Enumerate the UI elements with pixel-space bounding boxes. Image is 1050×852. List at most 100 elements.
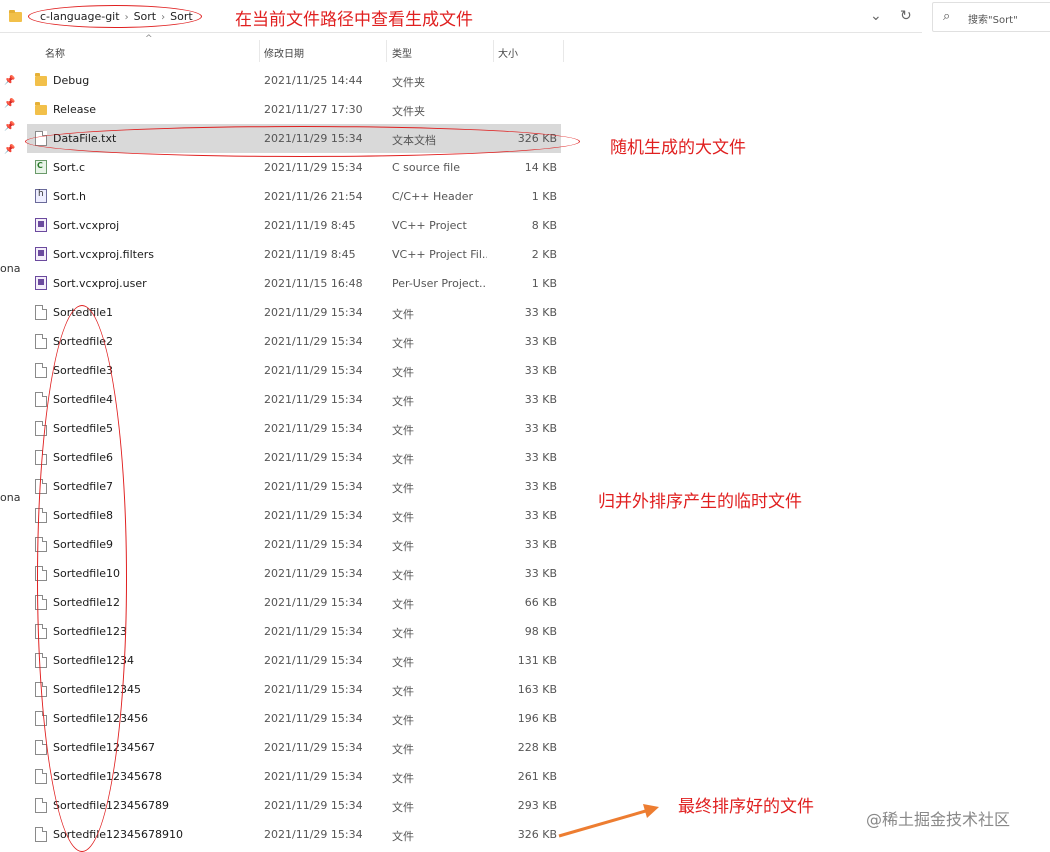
file-size: 131 KB xyxy=(517,654,557,667)
file-date: 2021/11/29 15:34 xyxy=(264,567,363,580)
file-date: 2021/11/27 17:30 xyxy=(264,103,363,116)
column-header-name[interactable]: 名称 xyxy=(45,45,65,60)
file-type: C source file xyxy=(392,161,460,174)
file-row[interactable]: Sort.h 2021/11/26 21:54 C/C++ Header 1 KB xyxy=(27,182,561,211)
column-divider[interactable] xyxy=(563,40,564,62)
file-size: 33 KB xyxy=(524,335,557,348)
file-type: Per-User Project... xyxy=(392,277,487,290)
file-date: 2021/11/29 15:34 xyxy=(264,828,363,841)
annotation-final-file-note: 最终排序好的文件 xyxy=(678,797,814,817)
file-size: 33 KB xyxy=(524,451,557,464)
file-icon xyxy=(35,305,47,320)
c-source-icon xyxy=(35,160,47,174)
file-size: 33 KB xyxy=(524,364,557,377)
column-header-row: 名称 修改日期 类型 大小 xyxy=(27,38,561,62)
file-date: 2021/11/29 15:34 xyxy=(264,799,363,812)
project-file-icon xyxy=(35,276,47,290)
search-box[interactable]: ⌕ 搜索"Sort" xyxy=(932,2,1050,32)
annotation-big-file-note: 随机生成的大文件 xyxy=(610,138,746,158)
annotation-path-note: 在当前文件路径中查看生成文件 xyxy=(235,10,473,30)
file-date: 2021/11/29 15:34 xyxy=(264,364,363,377)
nav-item-label[interactable]: ona xyxy=(0,262,20,275)
file-type: 文件 xyxy=(392,424,414,437)
file-type: 文件 xyxy=(392,743,414,756)
column-header-type[interactable]: 类型 xyxy=(392,45,412,60)
file-date: 2021/11/29 15:34 xyxy=(264,654,363,667)
pin-icon[interactable]: 📌 xyxy=(4,122,15,132)
file-type: 文件 xyxy=(392,337,414,350)
file-icon xyxy=(35,334,47,349)
project-file-icon xyxy=(35,218,47,232)
file-date: 2021/11/29 15:34 xyxy=(264,422,363,435)
file-date: 2021/11/29 15:34 xyxy=(264,161,363,174)
file-date: 2021/11/29 15:34 xyxy=(264,509,363,522)
file-type: 文件 xyxy=(392,598,414,611)
file-date: 2021/11/29 15:34 xyxy=(264,480,363,493)
file-date: 2021/11/29 15:34 xyxy=(264,596,363,609)
file-date: 2021/11/29 15:34 xyxy=(264,393,363,406)
file-size: 33 KB xyxy=(524,306,557,319)
file-date: 2021/11/25 14:44 xyxy=(264,74,363,87)
file-date: 2021/11/29 15:34 xyxy=(264,335,363,348)
file-row[interactable]: Debug 2021/11/25 14:44 文件夹 xyxy=(27,66,561,95)
file-size: 33 KB xyxy=(524,480,557,493)
column-divider[interactable] xyxy=(259,40,260,62)
file-row[interactable]: Sort.vcxproj.filters 2021/11/19 8:45 VC++ … xyxy=(27,240,561,269)
file-icon xyxy=(35,798,47,813)
file-row[interactable]: Sortedfile12345678910 2021/11/29 15:34 文件 3… xyxy=(27,820,561,849)
file-date: 2021/11/15 16:48 xyxy=(264,277,363,290)
file-type: 文件 xyxy=(392,685,414,698)
nav-item-label[interactable]: ona xyxy=(0,491,20,504)
file-date: 2021/11/29 15:34 xyxy=(264,770,363,783)
file-row[interactable]: Sort.vcxproj.user 2021/11/15 16:48 Per-Use… xyxy=(27,269,561,298)
file-icon xyxy=(35,363,47,378)
file-name: Release xyxy=(53,103,96,116)
column-divider[interactable] xyxy=(493,40,494,62)
file-name: Sort.vcxproj.user xyxy=(53,277,147,290)
file-type: 文件 xyxy=(392,714,414,727)
pin-icon[interactable]: 📌 xyxy=(4,145,15,155)
file-size: 1 KB xyxy=(531,190,557,203)
file-type: VC++ Project Fil... xyxy=(392,248,487,261)
pin-icon[interactable]: 📌 xyxy=(4,76,15,86)
refresh-icon[interactable]: ↻ xyxy=(900,8,912,24)
search-placeholder: 搜索"Sort" xyxy=(968,15,1018,26)
file-type: 文件 xyxy=(392,366,414,379)
file-size: 98 KB xyxy=(524,625,557,638)
file-row[interactable]: Sort.c 2021/11/29 15:34 C source file 14 KB xyxy=(27,153,561,182)
file-row[interactable]: Sortedfile1 2021/11/29 15:34 文件 33 KB xyxy=(27,298,561,327)
file-size: 33 KB xyxy=(524,393,557,406)
file-size: 196 KB xyxy=(517,712,557,725)
file-size: 8 KB xyxy=(531,219,557,232)
file-size: 326 KB xyxy=(517,828,557,841)
column-header-date[interactable]: 修改日期 xyxy=(264,45,304,60)
project-file-icon xyxy=(35,247,47,261)
search-icon: ⌕ xyxy=(943,9,951,24)
file-name: Sort.c xyxy=(53,161,86,174)
file-date: 2021/11/29 15:34 xyxy=(264,451,363,464)
file-size: 293 KB xyxy=(517,799,557,812)
file-name: Sort.vcxproj xyxy=(53,219,120,232)
file-size: 33 KB xyxy=(524,422,557,435)
file-icon xyxy=(35,392,47,407)
pin-icon[interactable]: 📌 xyxy=(4,99,15,109)
file-type: 文件 xyxy=(392,569,414,582)
chevron-down-icon[interactable]: ⌄ xyxy=(870,8,882,24)
file-type: 文件 xyxy=(392,308,414,321)
file-type: 文件 xyxy=(392,395,414,408)
file-type: 文件 xyxy=(392,801,414,814)
file-row[interactable]: Release 2021/11/27 17:30 文件夹 xyxy=(27,95,561,124)
column-divider[interactable] xyxy=(386,40,387,62)
file-type: 文件夹 xyxy=(392,76,425,89)
folder-icon xyxy=(9,10,22,22)
file-type: 文件 xyxy=(392,830,414,843)
file-date: 2021/11/29 15:34 xyxy=(264,683,363,696)
file-date: 2021/11/29 15:34 xyxy=(264,741,363,754)
file-row[interactable]: Sort.vcxproj 2021/11/19 8:45 VC++ Project 8… xyxy=(27,211,561,240)
file-type: 文件 xyxy=(392,482,414,495)
column-header-size[interactable]: 大小 xyxy=(498,45,518,60)
file-date: 2021/11/29 15:34 xyxy=(264,712,363,725)
folder-icon xyxy=(35,73,47,86)
file-size: 66 KB xyxy=(524,596,557,609)
file-type: 文件 xyxy=(392,511,414,524)
